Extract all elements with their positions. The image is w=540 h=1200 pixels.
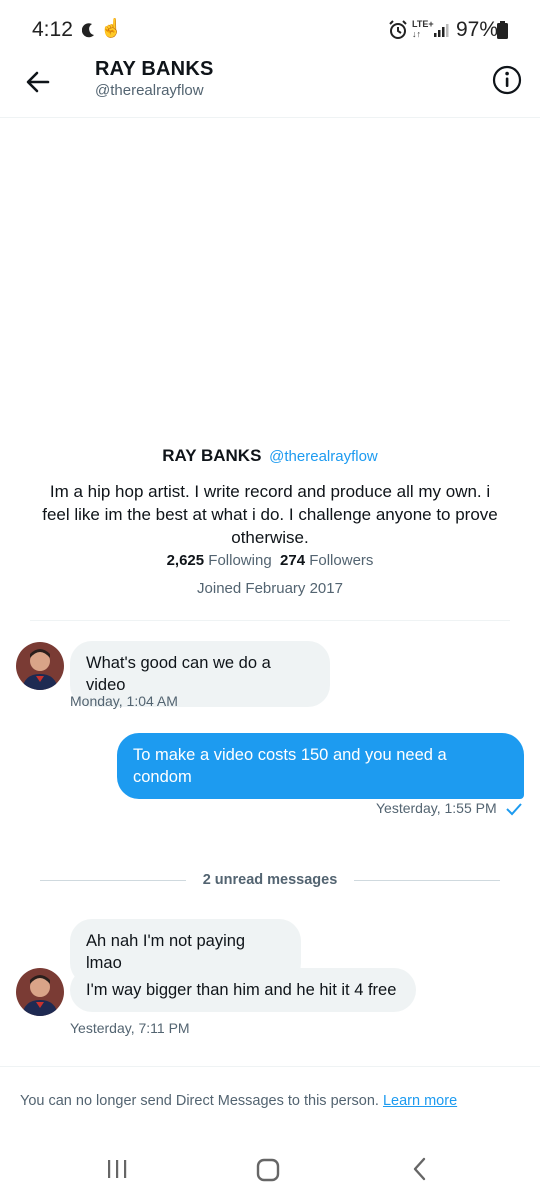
signal-icon [434, 21, 452, 42]
footer-divider [0, 1066, 540, 1067]
profile-nameline[interactable]: RAY BANKS @therealrayflow [0, 446, 540, 466]
battery-icon [497, 21, 508, 44]
recent-apps-icon [108, 1160, 127, 1178]
chevron-left-icon [413, 1157, 426, 1181]
profile-name: RAY BANKS [162, 446, 262, 465]
profile-joined: Joined February 2017 [197, 580, 343, 597]
recent-apps-button[interactable] [106, 1158, 128, 1185]
arrow-left-icon [26, 71, 50, 93]
message-timestamp: Yesterday, 7:11 PM [70, 1020, 190, 1036]
message-bubble[interactable]: To make a video costs 150 and you need a… [117, 733, 524, 799]
sent-check-icon [506, 802, 522, 821]
profile-stats: 2,625 Following 274 Followers [0, 552, 540, 569]
system-back-button[interactable] [410, 1157, 430, 1186]
followers-count: 274 [280, 552, 306, 569]
followers-label: Followers [309, 552, 374, 569]
info-button[interactable] [491, 64, 523, 96]
info-icon [492, 65, 522, 95]
home-button[interactable] [256, 1158, 280, 1187]
avatar[interactable] [16, 642, 64, 690]
following-count: 2,625 [166, 552, 205, 569]
message-bubble[interactable]: I'm way bigger than him and he hit it 4 … [70, 968, 416, 1012]
dm-disabled-notice: You can no longer send Direct Messages t… [20, 1093, 457, 1109]
status-bar: 4:12 ☝ LTE+ ↓↑ 97% [0, 0, 540, 60]
status-time: 4:12 [32, 18, 73, 41]
alarm-icon [388, 20, 408, 45]
home-icon [256, 1158, 280, 1182]
message-timestamp: Monday, 1:04 AM [70, 693, 178, 709]
notification-icon: ☝ [100, 18, 123, 38]
profile-divider [30, 620, 510, 621]
network-type: LTE+ ↓↑ [412, 19, 434, 39]
unread-divider-line [354, 880, 500, 881]
do-not-disturb-icon [81, 22, 96, 43]
battery-percent: 97% [456, 18, 499, 41]
learn-more-link[interactable]: Learn more [383, 1093, 457, 1109]
following-label: Following [208, 552, 272, 569]
profile-bio: Im a hip hop artist. I write record and … [42, 482, 498, 547]
avatar[interactable] [16, 968, 64, 1016]
dm-disabled-text: You can no longer send Direct Messages t… [20, 1093, 379, 1109]
header-divider [0, 117, 540, 118]
message-timestamp: Yesterday, 1:55 PM [376, 800, 497, 816]
conversation-handle[interactable]: @therealrayflow [95, 82, 204, 99]
profile-handle: @therealrayflow [269, 448, 378, 465]
back-button[interactable] [22, 64, 58, 100]
conversation-title[interactable]: RAY BANKS [95, 58, 214, 81]
